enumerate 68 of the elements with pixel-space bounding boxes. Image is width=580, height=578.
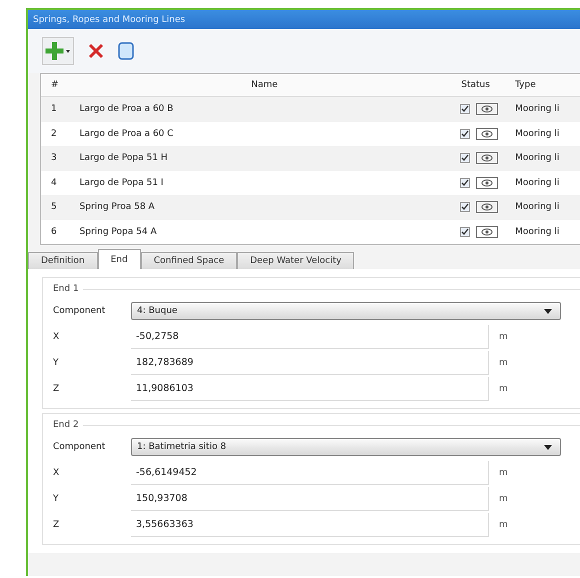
table-cell-text: Mooring li <box>515 128 560 139</box>
document-icon[interactable] <box>118 42 134 60</box>
component-dropdown[interactable]: 4: Buque <box>131 302 561 320</box>
table-cell-text: Spring Proa 58 A <box>78 202 156 212</box>
eye-icon[interactable] <box>476 103 498 116</box>
window-title: Springs, Ropes and Mooring Lines <box>33 14 186 24</box>
eye-icon[interactable] <box>476 176 498 189</box>
checkbox[interactable] <box>460 128 470 139</box>
group-title: End 1 <box>53 284 79 294</box>
unit-label: m <box>498 520 508 530</box>
field-label: Component <box>52 306 106 316</box>
row-number: 4 <box>50 178 58 188</box>
field-label: Y <box>52 494 60 504</box>
field-label: Component <box>52 442 106 452</box>
table-cell-text: Largo de Popa 51 H <box>78 153 169 164</box>
column-header[interactable]: Type <box>515 80 580 90</box>
table-cell-text: Spring Popa 54 A <box>78 226 158 237</box>
row-number: 1 <box>50 104 58 114</box>
input-field[interactable]: 150,93708 <box>131 487 489 511</box>
table-cell-text: Largo de Popa 51 I <box>78 178 164 188</box>
tab[interactable]: Confined Space <box>140 252 238 269</box>
tab[interactable]: Deep Water Velocity <box>237 252 354 269</box>
column-header[interactable]: # <box>41 80 70 90</box>
checkbox[interactable] <box>460 226 470 237</box>
component-dropdown[interactable]: 1: Batimetria sitio 8 <box>131 438 561 456</box>
unit-label: m <box>498 358 508 368</box>
unit-label: m <box>498 332 508 342</box>
table-cell-text: Mooring li <box>515 178 560 188</box>
unit-label: m <box>498 494 508 504</box>
field-label: Z <box>52 520 60 530</box>
unit-label: m <box>498 468 508 478</box>
field-label: Y <box>52 358 60 368</box>
caret-icon <box>544 444 552 450</box>
input-field[interactable]: -50,2758 <box>131 325 489 349</box>
table-cell-text: Largo de Proa a 60 C <box>78 128 174 139</box>
row-number: 6 <box>50 226 58 237</box>
checkbox[interactable] <box>460 104 470 114</box>
delete-icon[interactable] <box>88 43 104 59</box>
eye-icon[interactable] <box>476 226 498 238</box>
input-field[interactable]: 182,783689 <box>131 351 489 375</box>
eye-icon[interactable] <box>476 201 498 214</box>
column-header[interactable]: Name <box>70 80 460 90</box>
table-cell-text: Largo de Proa a 60 B <box>78 104 174 114</box>
unit-label: m <box>498 384 508 394</box>
checkbox[interactable] <box>460 178 470 188</box>
input-field[interactable]: -56,6149452 <box>131 461 489 485</box>
field-label: Z <box>52 384 60 394</box>
row-number: 5 <box>50 202 58 212</box>
row-number: 3 <box>50 153 58 164</box>
row-number: 2 <box>50 128 58 139</box>
group-title: End 2 <box>53 420 79 430</box>
input-field[interactable]: 11,9086103 <box>131 377 489 401</box>
tab[interactable]: Definition <box>28 252 98 269</box>
column-header[interactable]: Status <box>459 80 516 90</box>
add-button[interactable] <box>42 37 74 65</box>
table-cell-text: Mooring li <box>515 226 560 237</box>
eye-icon[interactable] <box>476 152 498 164</box>
field-label: X <box>52 332 60 342</box>
tab[interactable]: End <box>98 249 141 269</box>
eye-icon[interactable] <box>476 128 498 140</box>
table-cell-text: Mooring li <box>515 104 560 114</box>
table-cell-text: Mooring li <box>515 202 560 212</box>
field-label: X <box>52 468 60 478</box>
checkbox[interactable] <box>460 153 470 164</box>
caret-icon <box>544 308 552 314</box>
table-cell-text: Mooring li <box>515 153 560 164</box>
input-field[interactable]: 3,55663363 <box>131 513 489 537</box>
checkbox[interactable] <box>460 202 470 212</box>
